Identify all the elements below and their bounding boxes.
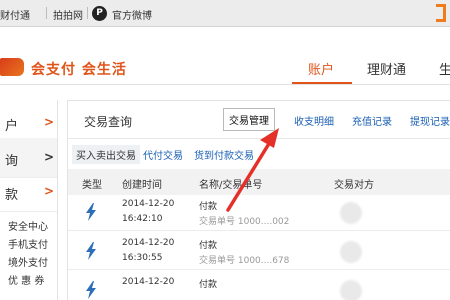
column-header-name-order: 名称/交易单号 [199, 180, 263, 191]
sidebar-link-mobile-pay[interactable]: 手机支付 [8, 236, 48, 251]
table-row[interactable]: 2014-12-20 16:30:55 付款 交易单号 1000....678 [68, 234, 450, 270]
chevron-right-icon: > [44, 150, 55, 164]
tab-transaction-management[interactable]: 交易管理 [223, 108, 275, 131]
sidebar-link-security-center[interactable]: 安全中心 [8, 218, 48, 233]
lightning-bolt-icon [86, 203, 96, 221]
lightning-bolt-icon [86, 242, 96, 260]
row-order-number: 交易单号 1000....678 [199, 256, 290, 266]
sidebar-link-overseas-pay[interactable]: 境外支付 [8, 254, 48, 269]
table-row[interactable]: 2014-12-20 付款 [68, 273, 450, 300]
row-name: 付款 [199, 280, 218, 290]
counterparty-avatar [340, 202, 362, 224]
sidebar-link-coupons[interactable]: 优 惠 券 [8, 272, 44, 287]
row-date: 2014-12-20 [122, 277, 175, 287]
account-sidebar: 户 > 询 > 款 > 安全中心 手机支付 境外支付 优 惠 券 [0, 100, 58, 300]
panel-divider [68, 138, 450, 139]
column-header-created-time: 创建时间 [122, 180, 162, 191]
nav-licaitong[interactable]: 理财通 [367, 59, 406, 78]
sidebar-item-label: 询 [5, 154, 19, 169]
table-header: 类型 创建时间 名称/交易单号 交易对方 [68, 169, 450, 195]
brand-slogan: 会支付 会生活 [31, 62, 127, 78]
bookmark-separator [87, 7, 88, 19]
bookmark-bar: 财付通 拍拍网 P 官方微博 [0, 0, 450, 27]
lightning-bolt-icon [86, 281, 96, 299]
counterparty-avatar [340, 280, 362, 300]
row-date: 2014-12-20 [122, 238, 175, 248]
row-date: 2014-12-20 [122, 199, 175, 209]
transaction-query-panel: 交易查询 交易管理 收支明细 充值记录 提现记录 买入卖出交易 代付交易 货到付… [67, 100, 450, 300]
header-divider [0, 84, 450, 85]
sidebar-item-label: 款 [5, 188, 19, 203]
window-edge-marker [436, 4, 446, 22]
row-name: 付款 [199, 202, 218, 212]
chevron-right-icon: > [44, 184, 55, 198]
row-order-number: 交易单号 1000....002 [199, 217, 290, 227]
bookmark-separator [46, 7, 47, 19]
sidebar-item-account[interactable]: 户 > [0, 103, 57, 143]
counterparty-avatar [340, 241, 362, 263]
site-header: 会支付 会生活 账户 理财通 生 [0, 28, 450, 84]
column-header-counterparty: 交易对方 [334, 180, 374, 191]
weibo-p-icon[interactable]: P [92, 6, 107, 21]
column-header-type: 类型 [82, 180, 102, 191]
table-row[interactable]: 2014-12-20 16:42:10 付款 交易单号 1000....002 [68, 195, 450, 231]
tab-withdrawal-records[interactable]: 提现记录 [410, 113, 450, 128]
bookmark-tenpay[interactable]: 财付通 [0, 7, 30, 22]
sidebar-item-payment[interactable]: 款 > [0, 172, 57, 212]
bookmark-official-weibo[interactable]: 官方微博 [112, 7, 152, 22]
row-time: 16:42:10 [122, 214, 163, 224]
tab-recharge-records[interactable]: 充值记录 [352, 113, 392, 128]
tab-income-expense-details[interactable]: 收支明细 [294, 113, 334, 128]
row-time: 16:30:55 [122, 253, 163, 263]
bookmark-paipai[interactable]: 拍拍网 [53, 7, 83, 22]
row-name: 付款 [199, 241, 218, 251]
page-title: 交易查询 [84, 115, 133, 129]
sidebar-item-label: 户 [5, 119, 19, 134]
chevron-right-icon: > [44, 115, 55, 129]
brand-logo-icon[interactable] [0, 58, 24, 76]
nav-account[interactable]: 账户 [308, 59, 334, 78]
subtab-buy-sell[interactable]: 买入卖出交易 [72, 145, 140, 164]
nav-life[interactable]: 生 [439, 59, 450, 78]
subtab-proxy-payment[interactable]: 代付交易 [143, 147, 183, 162]
subtab-cash-on-delivery[interactable]: 货到付款交易 [194, 147, 254, 162]
